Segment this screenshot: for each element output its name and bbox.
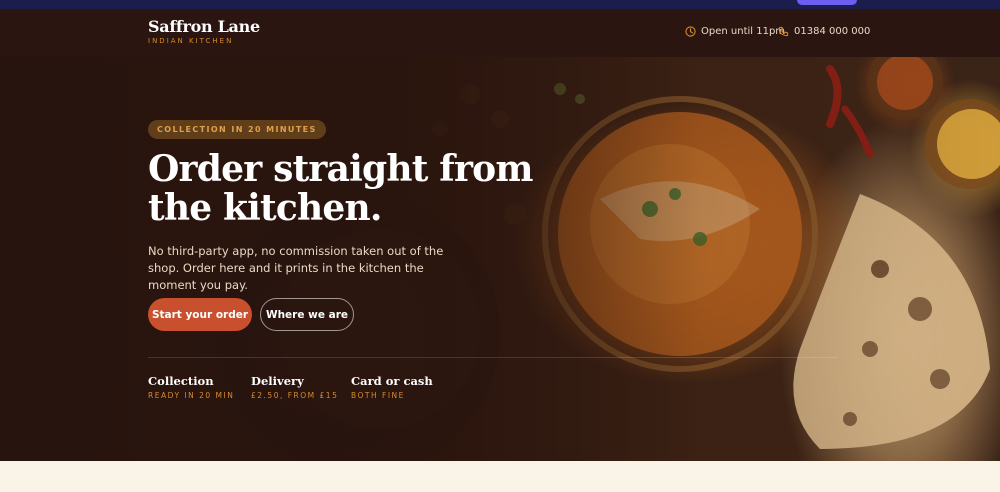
- stats-divider: [148, 357, 838, 358]
- phone-link[interactable]: 01384 000 000: [778, 26, 870, 37]
- brand-tagline: INDIAN KITCHEN: [148, 37, 234, 45]
- where-we-are-button[interactable]: Where we are: [260, 298, 354, 331]
- hero-headline: Order straight from the kitchen.: [148, 148, 533, 229]
- opening-hours: Open until 11pm: [685, 26, 785, 37]
- opening-hours-text: Open until 11pm: [701, 26, 786, 37]
- phone-icon: [778, 26, 789, 37]
- top-strip: [0, 0, 1000, 9]
- stat-title: Delivery: [251, 374, 304, 388]
- brand-name[interactable]: Saffron Lane: [148, 17, 260, 36]
- stat-payment: Card or cash BOTH FINE: [351, 374, 433, 400]
- phone-number[interactable]: 01384 000 000: [794, 26, 870, 37]
- hero-lead-text: No third-party app, no commission taken …: [148, 244, 444, 292]
- stat-delivery: Delivery £2.50, FROM £15: [251, 374, 338, 400]
- collection-badge: COLLECTION IN 20 MINUTES: [148, 120, 326, 139]
- top-strip-pill[interactable]: [797, 0, 857, 5]
- stat-title: Collection: [148, 374, 214, 388]
- site-header: Saffron Lane INDIAN KITCHEN Open until 1…: [0, 9, 1000, 57]
- stat-subtitle: READY IN 20 MIN: [148, 391, 235, 400]
- clock-icon: [685, 26, 696, 37]
- start-order-button[interactable]: Start your order: [148, 298, 252, 331]
- stat-title: Card or cash: [351, 374, 433, 388]
- stat-subtitle: BOTH FINE: [351, 391, 405, 400]
- hero-section: Saffron Lane INDIAN KITCHEN Open until 1…: [0, 9, 1000, 461]
- stat-collection: Collection READY IN 20 MIN: [148, 374, 234, 400]
- next-section: [0, 461, 1000, 492]
- stat-subtitle: £2.50, FROM £15: [251, 391, 339, 400]
